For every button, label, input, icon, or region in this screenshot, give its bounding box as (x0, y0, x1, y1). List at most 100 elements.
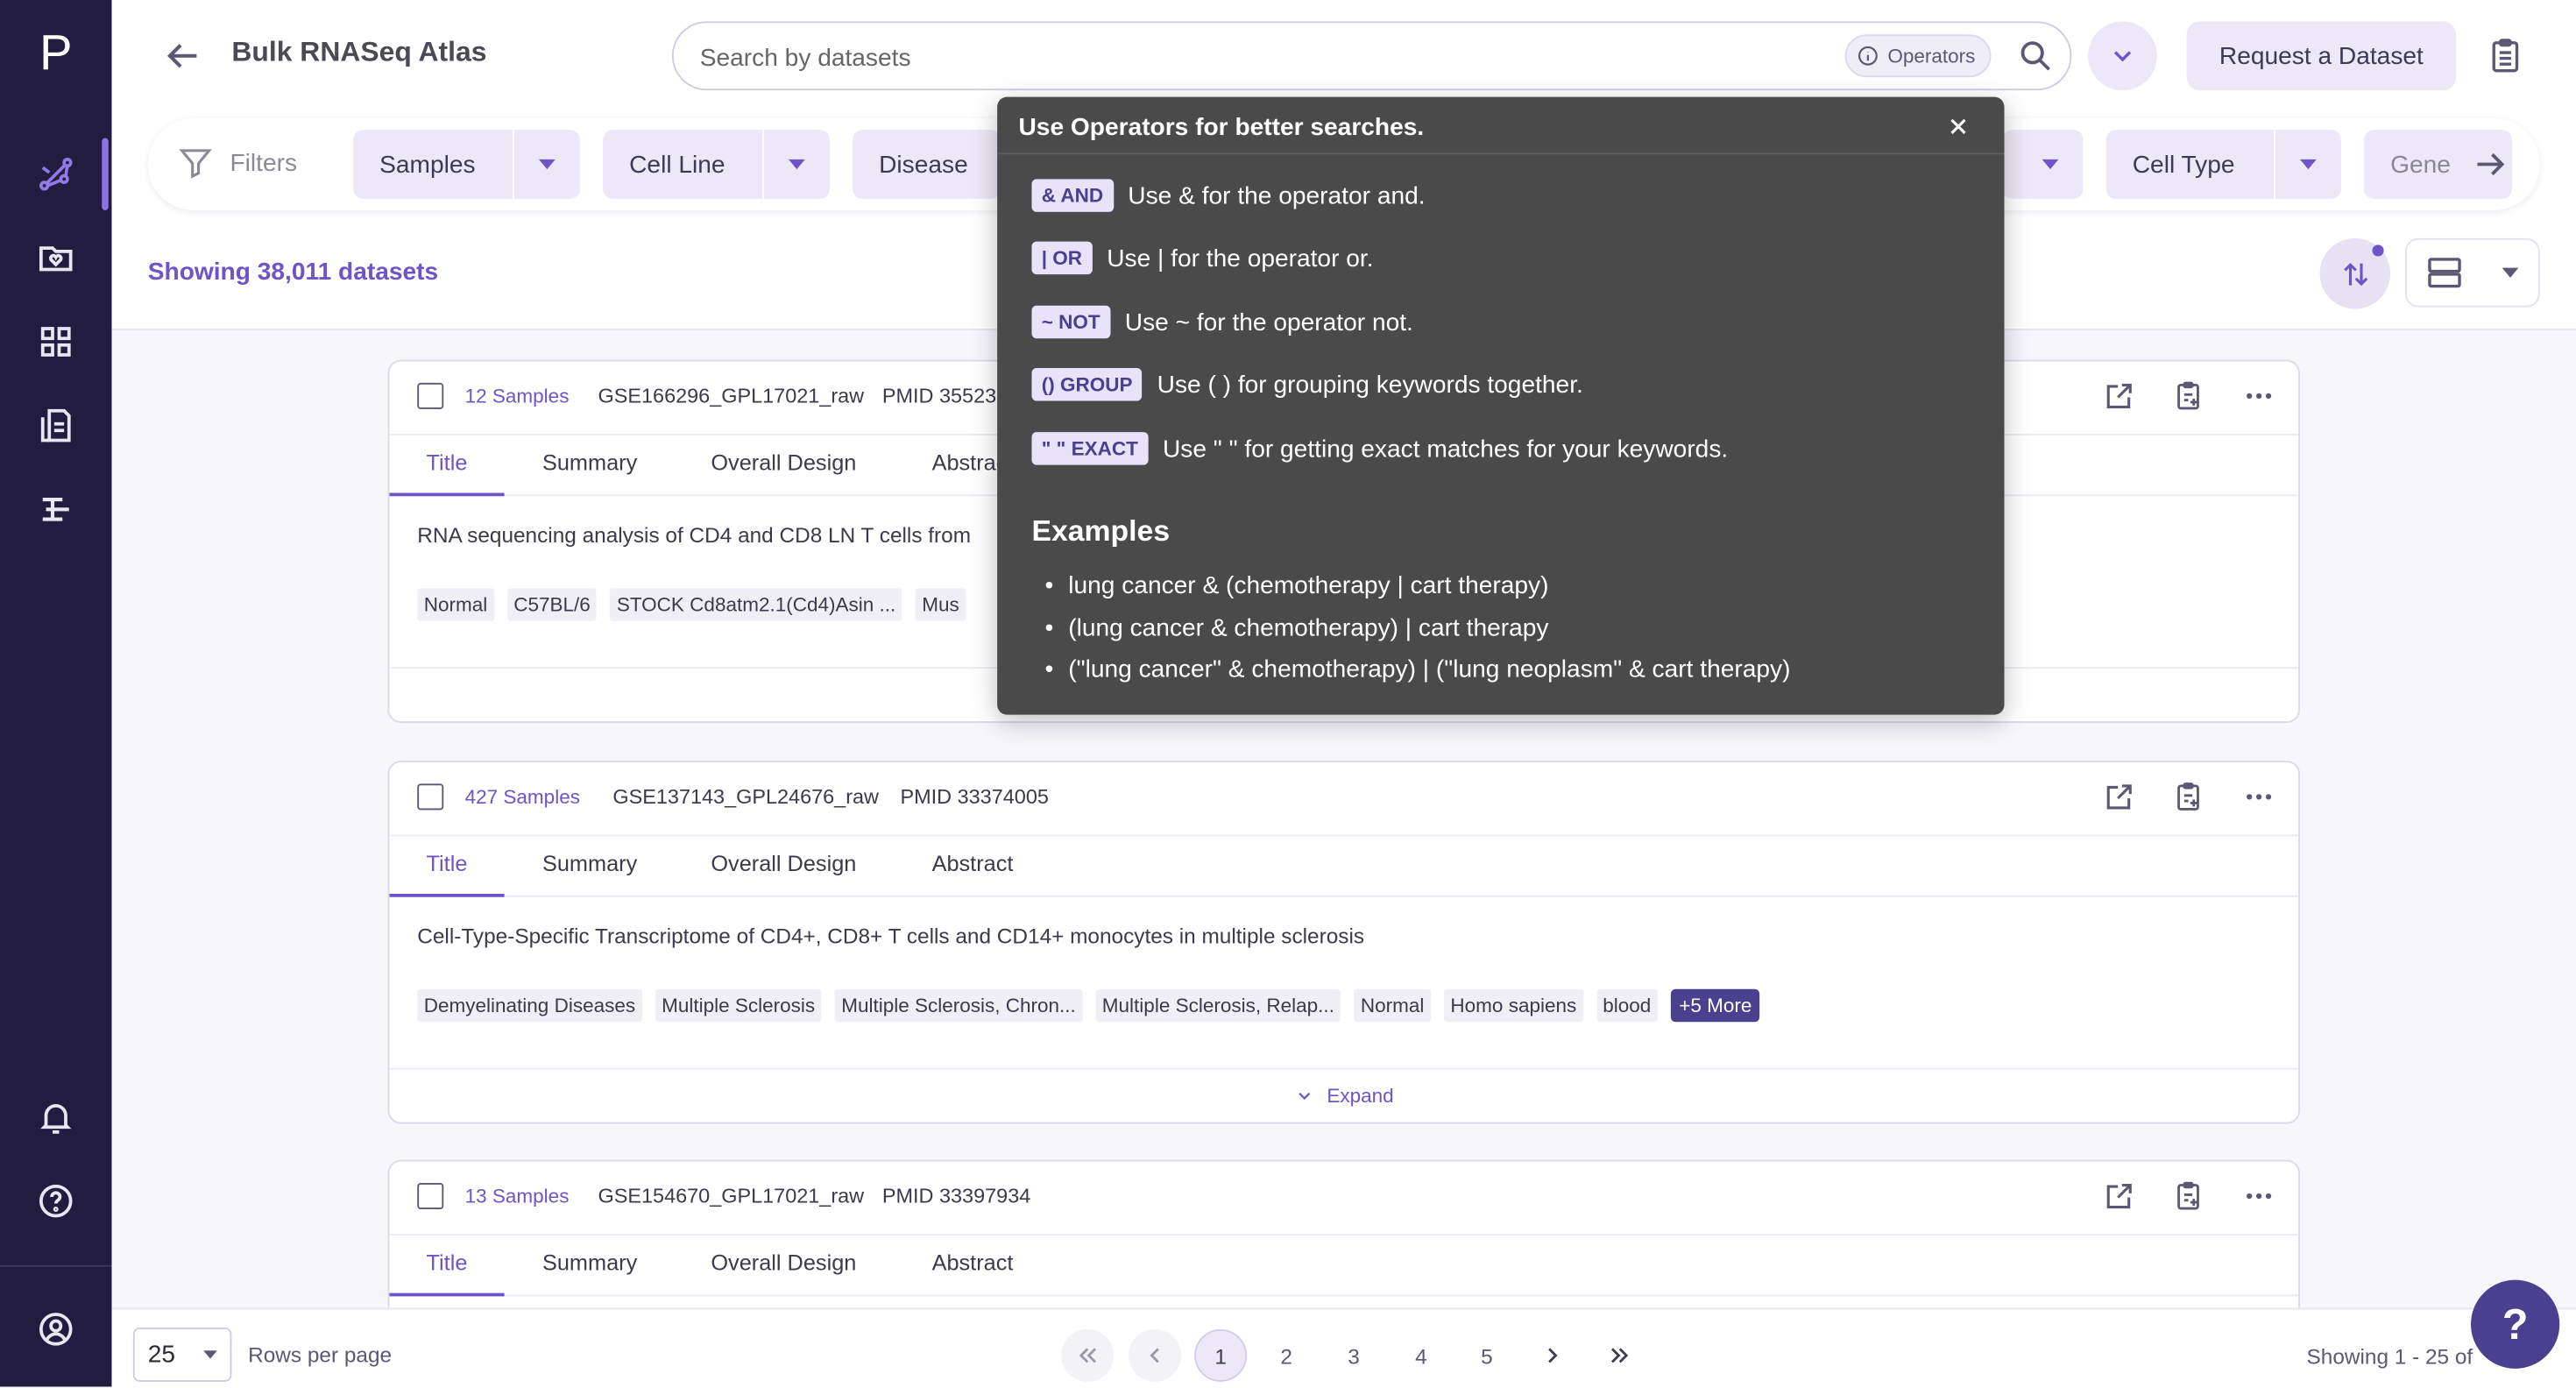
app-logo[interactable]: P (0, 13, 112, 96)
dataset-checkbox[interactable] (417, 1183, 443, 1209)
tag[interactable]: Normal (1354, 989, 1431, 1023)
dataset-checkbox[interactable] (417, 783, 443, 810)
filter-chip-disease[interactable]: Disease (853, 130, 1001, 199)
search-icon[interactable] (2018, 38, 2054, 74)
sidebar-item-pipelines[interactable] (23, 477, 88, 542)
caret-down-icon[interactable] (764, 158, 830, 171)
clipboard-icon[interactable] (2486, 36, 2525, 75)
filter-chip-hidden[interactable] (2003, 130, 2084, 199)
tag[interactable]: STOCK Cd8atm2.1(Cd4)Asin ... (610, 588, 902, 621)
operator-description: Use " " for getting exact matches for yo… (1163, 435, 1728, 463)
request-dataset-button[interactable]: Request a Dataset (2187, 21, 2457, 90)
dataset-id: GSE137143_GPL24676_raw (612, 785, 879, 808)
open-external-icon[interactable] (2103, 1179, 2136, 1213)
tab-title[interactable]: Title (389, 434, 504, 496)
sidebar-item-help[interactable] (23, 1168, 88, 1234)
operator-description: Use | for the operator or. (1107, 244, 1373, 272)
search-options-dropdown[interactable] (2088, 21, 2157, 90)
filter-chip-cell-line[interactable]: Cell Line (603, 130, 830, 199)
next-page-button[interactable] (1526, 1329, 1579, 1382)
view-mode-button[interactable] (2405, 238, 2540, 308)
tag[interactable]: Multiple Sclerosis, Chron... (835, 989, 1083, 1023)
page-button-1[interactable]: 1 (1194, 1329, 1247, 1382)
sidebar-item-analysis[interactable] (23, 141, 88, 207)
more-options-icon[interactable] (2242, 1179, 2275, 1213)
dataset-checkbox[interactable] (417, 383, 443, 409)
filter-chip-cell-type[interactable]: Cell Type (2106, 130, 2341, 199)
samples-link[interactable]: 13 Samples (465, 1185, 570, 1207)
open-external-icon[interactable] (2103, 379, 2136, 413)
caret-down-icon[interactable] (514, 158, 580, 171)
sidebar-item-notifications[interactable] (23, 1085, 88, 1151)
tab-summary[interactable]: Summary (520, 434, 659, 493)
search-input[interactable] (697, 23, 1821, 92)
tab-overall-design[interactable]: Overall Design (685, 1234, 882, 1293)
page-button-2[interactable]: 2 (1260, 1329, 1313, 1382)
samples-link[interactable]: 12 Samples (465, 385, 570, 407)
chevron-down-icon (2108, 41, 2138, 71)
file-icon (36, 406, 75, 445)
tag[interactable]: Demyelinating Diseases (417, 989, 641, 1023)
tag[interactable]: blood (1596, 989, 1658, 1023)
add-to-clipboard-icon[interactable] (2172, 781, 2205, 814)
card-tabs: Title Summary Overall Design Abstract (389, 835, 2298, 897)
add-to-clipboard-icon[interactable] (2172, 379, 2205, 413)
operator-description: Use & for the operator and. (1128, 181, 1425, 209)
scroll-right-arrow-icon[interactable] (2471, 145, 2510, 184)
expand-button[interactable]: Expand (389, 1068, 2298, 1122)
tab-summary[interactable]: Summary (520, 1234, 659, 1293)
tag[interactable]: Multiple Sclerosis (655, 989, 822, 1023)
add-to-clipboard-icon[interactable] (2172, 1179, 2205, 1213)
help-chat-button[interactable]: ? (2471, 1280, 2559, 1369)
caret-down-icon[interactable] (2275, 158, 2341, 171)
tab-overall-design[interactable]: Overall Design (685, 835, 882, 895)
page-button-3[interactable]: 3 (1327, 1329, 1380, 1382)
page-button-5[interactable]: 5 (1461, 1329, 1513, 1382)
open-external-icon[interactable] (2103, 781, 2136, 814)
sidebar-item-files[interactable] (23, 393, 88, 458)
tag[interactable]: Normal (417, 588, 494, 621)
last-page-button[interactable] (1594, 1329, 1646, 1382)
operators-button[interactable]: Operators (1845, 34, 1992, 77)
pmid: PMID 35523 (882, 385, 996, 407)
tag[interactable]: Homo sapiens (1444, 989, 1583, 1023)
page-button-4[interactable]: 4 (1395, 1329, 1447, 1382)
tab-summary[interactable]: Summary (520, 835, 659, 895)
filter-chip-samples[interactable]: Samples (353, 130, 580, 199)
rows-per-page-select[interactable]: 25 (133, 1328, 232, 1382)
more-options-icon[interactable] (2242, 781, 2275, 814)
sidebar-item-favorites[interactable] (23, 225, 88, 291)
page-title: Bulk RNASeq Atlas (231, 36, 486, 69)
caret-down-icon[interactable] (2018, 158, 2084, 171)
operators-popover: Use Operators for better searches. & AND… (997, 97, 2004, 715)
more-tags-badge[interactable]: +5 More (1671, 989, 1760, 1023)
operator-badge: | OR (1032, 242, 1093, 275)
pmid: PMID 33397934 (882, 1185, 1030, 1207)
first-page-button[interactable] (1061, 1329, 1114, 1382)
operator-row-and: & AND Use & for the operator and. (1032, 179, 1426, 212)
expand-label: Expand (1327, 1085, 1393, 1108)
tab-title[interactable]: Title (389, 835, 504, 897)
sidebar-item-apps[interactable] (23, 309, 88, 375)
operator-row-exact: " " EXACT Use " " for getting exact matc… (1032, 432, 1729, 465)
filters-label[interactable]: Filters (178, 145, 298, 181)
examples-list: lung cancer & (chemotherapy | cart thera… (1045, 565, 1791, 690)
dataset-id: GSE166296_GPL17021_raw (598, 385, 865, 407)
tab-abstract[interactable]: Abstract (907, 1234, 1038, 1293)
tab-title[interactable]: Title (389, 1234, 504, 1296)
tag[interactable]: C57BL/6 (507, 588, 598, 621)
more-options-icon[interactable] (2242, 379, 2275, 413)
card-tabs: Title Summary Overall Design Abstract (389, 1234, 2298, 1296)
tab-overall-design[interactable]: Overall Design (685, 434, 882, 493)
close-icon[interactable] (1945, 113, 1971, 139)
back-arrow-icon[interactable] (161, 34, 204, 77)
network-icon (36, 154, 75, 194)
filter-chip-label: Disease (853, 151, 994, 179)
tag[interactable]: Mus (916, 588, 966, 621)
sidebar-item-profile[interactable] (23, 1296, 88, 1362)
filter-chip-label: Samples (353, 151, 501, 179)
tag[interactable]: Multiple Sclerosis, Relap... (1095, 989, 1341, 1023)
prev-page-button[interactable] (1129, 1329, 1181, 1382)
samples-link[interactable]: 427 Samples (465, 785, 580, 808)
tab-abstract[interactable]: Abstract (907, 835, 1038, 895)
